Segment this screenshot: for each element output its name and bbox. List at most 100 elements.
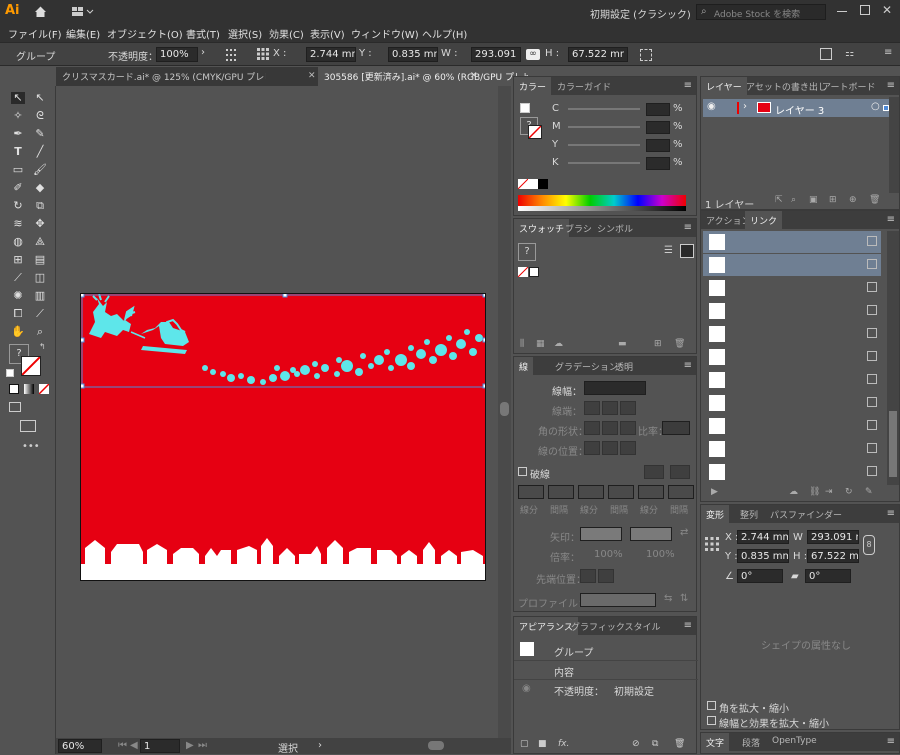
tab-layers[interactable]: レイヤー <box>701 77 747 95</box>
swatch-library-icon[interactable]: ⫼ <box>520 339 524 349</box>
tab-color[interactable]: カラー <box>514 77 552 95</box>
stock-search[interactable]: ⌕ Adobe Stock を検索 <box>696 4 826 20</box>
y-slider[interactable] <box>568 144 640 146</box>
round-join-button[interactable] <box>602 421 618 435</box>
dash-field[interactable] <box>578 485 604 499</box>
layer-expand-icon[interactable]: › <box>743 101 747 112</box>
miter-join-button[interactable] <box>584 421 600 435</box>
search-input[interactable]: Adobe Stock を検索 <box>714 7 800 20</box>
tab-transparency[interactable]: 透明 <box>610 357 638 375</box>
panel-menu-icon[interactable]: ≡ <box>684 222 692 233</box>
menu-help[interactable]: ヘルプ(H) <box>422 26 467 41</box>
reference-point-icon[interactable] <box>257 48 269 60</box>
collect-export-icon[interactable]: ⇱ <box>775 195 783 205</box>
tab-symbols[interactable]: シンボル <box>592 219 638 237</box>
add-stroke-icon[interactable]: ▢ <box>520 739 529 749</box>
menu-edit[interactable]: 編集(E) <box>66 26 100 41</box>
grid-view-icon[interactable] <box>680 244 694 258</box>
stroke-weight-field[interactable] <box>584 381 646 395</box>
curvature-tool-icon[interactable]: ✎ <box>33 128 47 140</box>
menu-window[interactable]: ウィンドウ(W) <box>351 26 419 41</box>
flip-profile-vertical-icon[interactable]: ⇅ <box>680 593 688 604</box>
arrow-scale-end[interactable]: 100% <box>646 549 675 560</box>
cc-library-link-icon[interactable]: ☁ <box>789 487 798 497</box>
transform-y-field[interactable]: 0.835 mm <box>737 549 789 563</box>
update-link-icon[interactable]: ↻ <box>845 487 853 497</box>
panel-menu-icon[interactable]: ≡ <box>887 508 895 519</box>
selection-tool-icon[interactable]: ↖ <box>11 92 25 104</box>
link-row[interactable] <box>703 415 881 437</box>
tab-opentype[interactable]: OpenType <box>767 733 822 751</box>
close-tab-icon[interactable]: ✕ <box>308 71 316 81</box>
eyedropper-icon[interactable]: ⟋ <box>11 272 25 284</box>
gradient-mode-icon[interactable] <box>24 384 34 394</box>
draw-mode-icon[interactable] <box>9 402 21 412</box>
swap-fill-stroke-icon[interactable]: ↰ <box>39 342 46 351</box>
tab-graphic-styles[interactable]: グラフィックスタイル <box>566 617 666 635</box>
constrain-proportions-icon[interactable]: 8 <box>863 535 875 555</box>
c-slider[interactable] <box>568 108 640 110</box>
tab-character[interactable]: 文字 <box>701 733 730 751</box>
home-icon[interactable] <box>34 5 47 18</box>
status-menu-icon[interactable]: › <box>318 740 322 751</box>
none-mode-icon[interactable] <box>38 383 50 395</box>
tab-color-guide[interactable]: カラーガイド <box>552 77 616 95</box>
layers-scrollbar[interactable] <box>889 97 899 193</box>
dash-field[interactable] <box>638 485 664 499</box>
go-to-link-icon[interactable]: ⇥ <box>825 487 833 497</box>
gap-field[interactable] <box>608 485 634 499</box>
arrow-inside-button[interactable] <box>598 569 614 583</box>
stroke-swatch[interactable] <box>21 356 41 376</box>
vertical-scrollbar[interactable] <box>498 86 511 738</box>
m-slider[interactable] <box>568 126 640 128</box>
dash-preserve-button[interactable] <box>644 465 664 479</box>
mesh-tool-icon[interactable]: ⊞ <box>11 254 25 266</box>
opacity-field[interactable]: 100% <box>156 47 198 62</box>
link-row[interactable] <box>703 231 881 253</box>
k-field[interactable] <box>646 157 670 170</box>
next-artboard-icon[interactable]: ▶ <box>186 740 194 751</box>
link-row[interactable] <box>703 346 881 368</box>
swatch-registration[interactable] <box>529 267 539 277</box>
maximize-button[interactable] <box>860 5 870 15</box>
first-artboard-icon[interactable]: ⏮ <box>118 740 127 751</box>
close-window-button[interactable]: ✕ <box>882 3 892 17</box>
horizontal-scroll-thumb[interactable] <box>428 741 444 750</box>
miter-ratio-field[interactable] <box>662 421 690 435</box>
rotate-tool-icon[interactable]: ↻ <box>11 200 25 212</box>
clear-appearance-icon[interactable]: ⊘ <box>632 739 640 749</box>
pen-tool-icon[interactable]: ✒ <box>11 128 25 140</box>
add-fill-icon[interactable]: ■ <box>538 739 547 749</box>
prev-artboard-icon[interactable]: ◀ <box>130 740 138 751</box>
scale-tool-icon[interactable]: ⧉ <box>33 200 47 212</box>
edit-original-icon[interactable]: ✎ <box>865 487 873 497</box>
artboard-tool-icon[interactable]: ⧠ <box>11 308 25 320</box>
new-color-group-icon[interactable]: ▬ <box>618 339 627 349</box>
delete-layer-icon[interactable]: 🗑 <box>869 195 880 205</box>
panel-menu-icon[interactable]: ≡ <box>684 80 692 91</box>
panel-menu-icon[interactable]: ≡ <box>887 736 895 747</box>
shaper-tool-icon[interactable]: ✐ <box>11 182 25 194</box>
tab-transform[interactable]: 変形 <box>701 505 730 523</box>
duplicate-item-icon[interactable]: ⧉ <box>652 739 658 749</box>
swatch-none[interactable] <box>517 266 529 278</box>
align-grid-icon[interactable] <box>226 49 240 61</box>
line-tool-icon[interactable]: ╱ <box>33 146 47 158</box>
gradient-tool-icon[interactable]: ▤ <box>33 254 47 266</box>
scale-strokes-checkbox[interactable] <box>707 716 716 725</box>
warp-tool-icon[interactable]: ≋ <box>11 218 25 230</box>
dashed-line-checkbox[interactable] <box>518 467 527 476</box>
gap-field[interactable] <box>548 485 574 499</box>
menu-file[interactable]: ファイル(F) <box>8 26 62 41</box>
arrange-documents-icon[interactable] <box>72 7 94 17</box>
artboard-number-field[interactable]: 1 <box>140 739 180 753</box>
align-inside-button[interactable] <box>602 441 618 455</box>
appearance-contents-label[interactable]: 内容 <box>554 664 574 679</box>
y-channel-field[interactable] <box>646 139 670 152</box>
start-arrow-select[interactable] <box>580 527 622 541</box>
none-white-black-swatches[interactable] <box>517 178 548 190</box>
transform-reference-point[interactable] <box>705 537 719 551</box>
hand-tool-icon[interactable]: ✋ <box>11 326 25 338</box>
menu-select[interactable]: 選択(S) <box>228 26 262 41</box>
rotate-angle-field[interactable]: 0° <box>737 569 783 583</box>
